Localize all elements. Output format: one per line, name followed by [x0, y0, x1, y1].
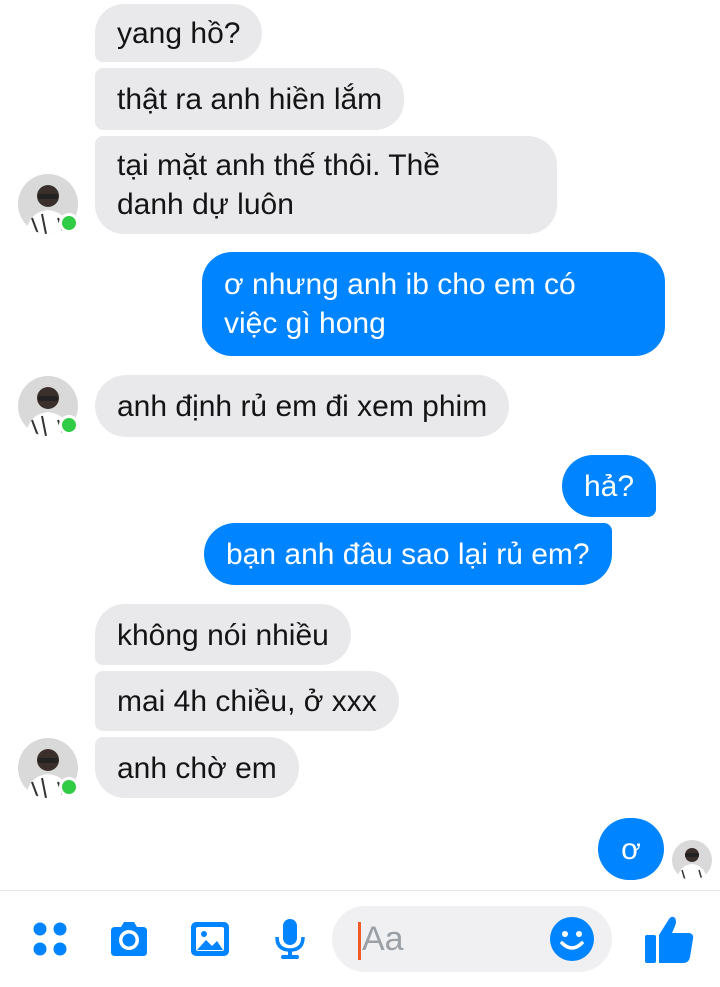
contact-avatar[interactable]	[18, 376, 79, 436]
online-status-dot	[59, 777, 79, 797]
message-bubble-received[interactable]: thật ra anh hiền lắm	[95, 68, 405, 130]
message-bubble-sent[interactable]: hả?	[562, 455, 657, 517]
message-bubble-sent[interactable]: ơ nhưng anh ib cho em có việc gì hong	[202, 252, 665, 356]
message-bubble-received[interactable]: anh chờ em	[95, 737, 299, 798]
voice-button[interactable]	[268, 917, 312, 961]
camera-button[interactable]	[107, 917, 151, 961]
online-status-dot	[59, 213, 79, 233]
message-input[interactable]: Aa	[332, 906, 612, 972]
message-bubble-sent[interactable]: ơ	[598, 818, 664, 880]
seen-indicator-avatar	[672, 840, 712, 880]
message-bubble-received[interactable]: không nói nhiều	[95, 604, 351, 665]
gallery-button[interactable]	[188, 917, 232, 961]
message-composer: Aa	[0, 890, 720, 987]
emoji-icon[interactable]	[548, 915, 596, 963]
message-bubble-sent[interactable]: bạn anh đâu sao lại rủ em?	[204, 523, 612, 585]
apps-button[interactable]	[28, 917, 72, 961]
contact-avatar[interactable]	[18, 738, 79, 798]
contact-avatar[interactable]	[18, 174, 79, 234]
message-bubble-received[interactable]: tại mặt anh thế thôi. Thề danh dự luôn	[95, 136, 557, 234]
thumbs-up-icon	[645, 916, 694, 963]
message-input-placeholder: Aa	[362, 920, 404, 958]
online-status-dot	[59, 415, 79, 435]
message-bubble-received[interactable]: yang hồ?	[95, 4, 263, 62]
message-bubble-received[interactable]: anh định rủ em đi xem phim	[95, 375, 510, 437]
message-bubble-received[interactable]: mai 4h chiều, ở xxx	[95, 671, 399, 731]
apps-icon	[33, 922, 67, 956]
chat-screen: yang hồ? thật ra anh hiền lắm tại mặt an…	[0, 0, 720, 987]
like-button[interactable]	[643, 913, 697, 967]
microphone-icon	[275, 919, 305, 959]
text-cursor	[358, 922, 361, 960]
camera-icon	[111, 922, 147, 956]
image-icon	[191, 922, 229, 956]
